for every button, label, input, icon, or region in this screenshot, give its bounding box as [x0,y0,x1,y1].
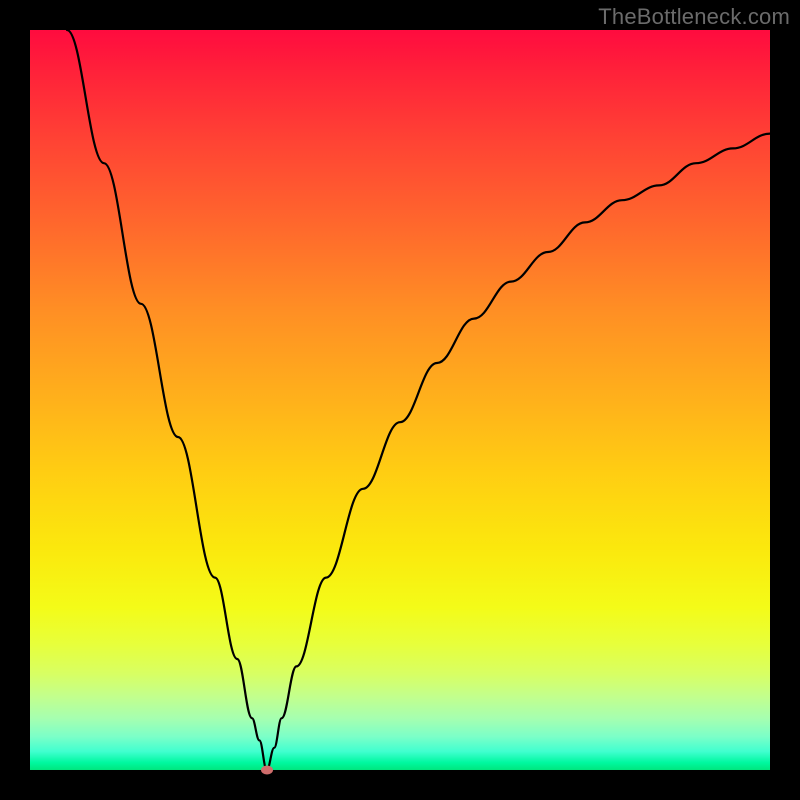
optimum-marker [261,766,273,775]
bottleneck-curve [30,30,770,770]
plot-area [30,30,770,770]
curve-path [67,30,770,770]
watermark-text: TheBottleneck.com [598,4,790,30]
chart-frame: TheBottleneck.com [0,0,800,800]
